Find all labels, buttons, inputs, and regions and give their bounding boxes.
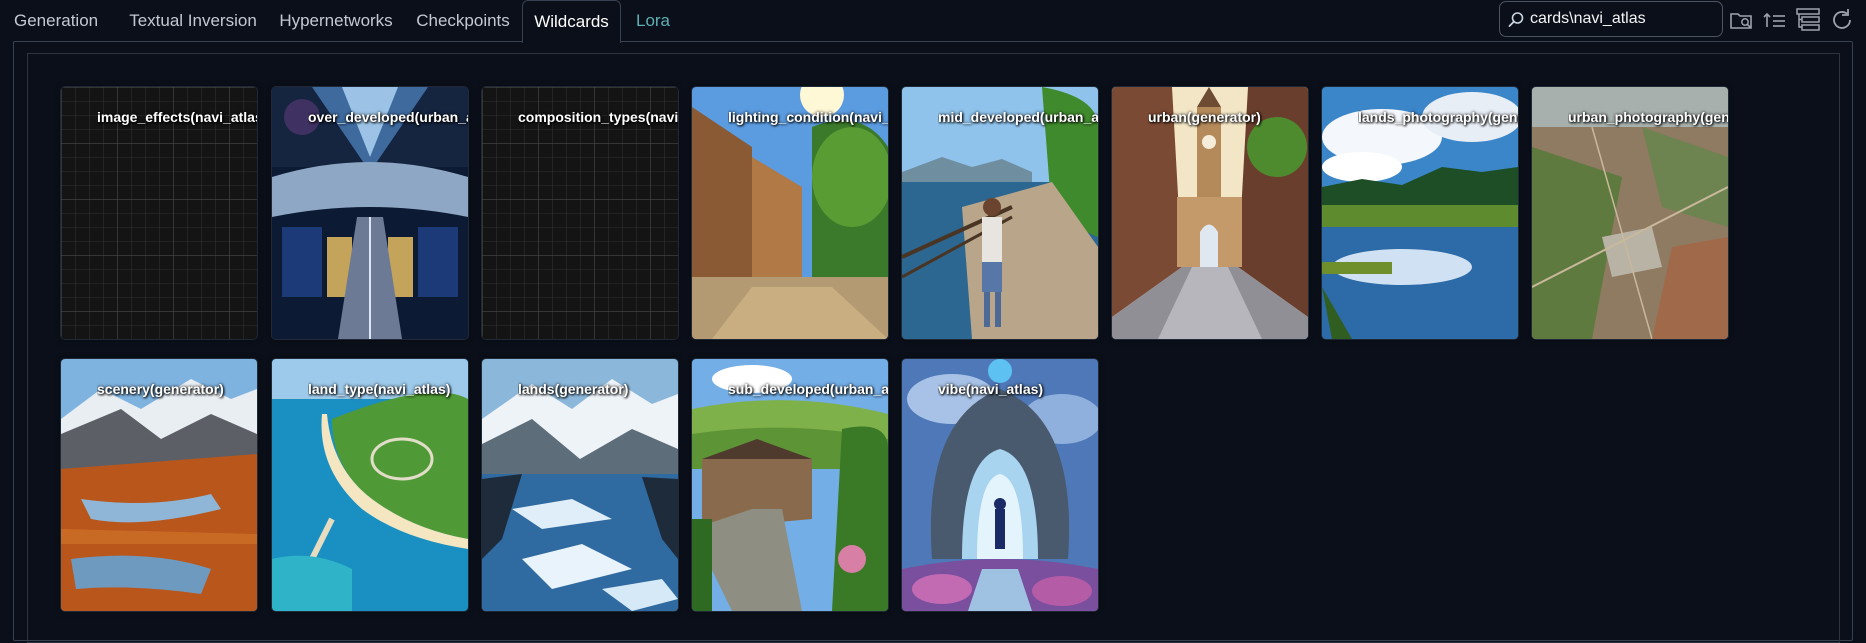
folder-search-icon[interactable] <box>1728 6 1756 34</box>
card-label: lands(generator) <box>518 381 629 397</box>
card-label: vibe(navi_atlas) <box>938 381 1044 397</box>
search-icon <box>1508 12 1524 27</box>
tree-view-icon[interactable] <box>1794 6 1822 34</box>
card-label: lighting_condition(navi_at <box>728 109 888 125</box>
card-urban[interactable]: urban(generator) <box>1111 86 1309 340</box>
card-composition-types[interactable]: composition_types(navi_a <box>481 86 679 340</box>
card-sub-developed[interactable]: sub_developed(urban_are <box>691 358 889 612</box>
card-lighting-condition[interactable]: lighting_condition(navi_at <box>691 86 889 340</box>
card-urban-photography[interactable]: urban_photography(gener <box>1531 86 1729 340</box>
search-input[interactable] <box>1530 2 1716 36</box>
card-scenery[interactable]: scenery(generator) <box>60 358 258 612</box>
card-label: scenery(generator) <box>97 381 224 397</box>
card-label: urban_photography(gener <box>1568 109 1728 125</box>
card-mid-developed[interactable]: mid_developed(urban_are <box>901 86 1099 340</box>
card-label: sub_developed(urban_are <box>728 381 888 397</box>
tab-generation[interactable]: Generation <box>14 0 98 42</box>
card-label: over_developed(urban_are <box>308 109 468 125</box>
refresh-icon[interactable] <box>1828 6 1856 34</box>
card-over-developed[interactable]: over_developed(urban_are <box>271 86 469 340</box>
card-vibe[interactable]: vibe(navi_atlas) <box>901 358 1099 612</box>
card-label: land_type(navi_atlas) <box>308 381 451 397</box>
card-label: urban(generator) <box>1148 109 1261 125</box>
tab-lora[interactable]: Lora <box>630 0 676 42</box>
tab-wildcards[interactable]: Wildcards <box>522 0 621 43</box>
search-box <box>1499 1 1723 37</box>
card-label: composition_types(navi_a <box>518 109 678 125</box>
card-image-effects[interactable]: image_effects(navi_atlas) <box>60 86 258 340</box>
card-label: mid_developed(urban_are <box>938 109 1098 125</box>
card-lands[interactable]: lands(generator) <box>481 358 679 612</box>
sort-icon[interactable] <box>1761 6 1789 34</box>
card-label: lands_photography(genera <box>1358 109 1518 125</box>
card-land-type[interactable]: land_type(navi_atlas) <box>271 358 469 612</box>
tab-hypernetworks[interactable]: Hypernetworks <box>278 0 394 42</box>
tab-checkpoints[interactable]: Checkpoints <box>414 0 512 42</box>
card-lands-photography[interactable]: lands_photography(genera <box>1321 86 1519 340</box>
tab-textual-inversion[interactable]: Textual Inversion <box>128 0 258 42</box>
card-label: image_effects(navi_atlas) <box>97 109 257 125</box>
